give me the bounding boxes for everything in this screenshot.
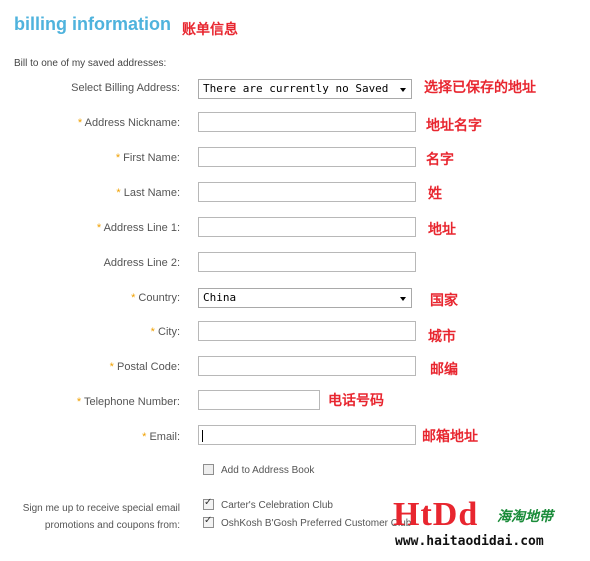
oshkosh-club-label: OshKosh B'Gosh Preferred Customer Club [221,518,412,529]
watermark-logo: HtDd [393,496,479,533]
telephone-input[interactable] [198,390,320,410]
carters-club-checkbox[interactable] [203,497,214,510]
address1-annotation: 地址 [428,222,456,238]
telephone-annotation: 电话号码 [328,393,384,409]
email-annotation: 邮箱地址 [422,429,478,445]
country-annotation: 国家 [430,293,458,309]
add-to-address-book-label: Add to Address Book [221,465,315,476]
carters-club-label: Carter's Celebration Club [221,500,333,511]
nickname-input[interactable] [198,112,416,132]
saved-address-annotation: 选择已保存的地址 [424,80,536,96]
watermark-cn: 海淘地带 [497,509,553,525]
email-input[interactable] [198,425,416,445]
city-input[interactable] [198,321,416,341]
postal-code-label: * Postal Code: [109,361,180,373]
signup-label: Sign me up to receive special email prom… [22,503,180,531]
address1-input[interactable] [198,217,416,237]
address1-label: * Address Line 1: [96,222,180,234]
city-annotation: 城市 [428,329,456,345]
country-select[interactable]: China [198,288,412,308]
address2-label: Address Line 2: [103,257,180,269]
watermark-url: www.haitaodidai.com [395,534,544,549]
postal-code-annotation: 邮编 [430,362,458,378]
saved-address-value: There are currently no Saved [203,82,389,95]
country-label: * Country: [131,292,180,304]
telephone-label: * Telephone Number: [76,396,180,408]
first-name-label: * First Name: [115,152,180,164]
oshkosh-club-checkbox[interactable] [203,515,214,528]
first-name-annotation: 名字 [426,152,454,168]
nickname-annotation: 地址名字 [426,118,482,134]
email-label: * Email: [142,431,180,443]
address2-input[interactable] [198,252,416,272]
country-value: China [203,291,237,304]
page-title: billing information [14,14,171,34]
first-name-input[interactable] [198,147,416,167]
saved-address-select[interactable]: There are currently no Saved [198,79,412,99]
text-cursor [202,430,203,442]
saved-address-label: Select Billing Address: [71,82,180,94]
last-name-input[interactable] [198,182,416,202]
nickname-label: * Address Nickname: [77,117,180,129]
last-name-annotation: 姓 [428,186,442,202]
title-annotation: 账单信息 [182,22,238,38]
chevron-down-icon [400,88,406,92]
city-label: * City: [150,326,180,338]
saved-address-intro: Bill to one of my saved addresses: [14,58,167,69]
add-to-address-book-checkbox[interactable] [203,464,214,475]
last-name-label: * Last Name: [116,187,180,199]
chevron-down-icon [400,297,406,301]
postal-code-input[interactable] [198,356,416,376]
